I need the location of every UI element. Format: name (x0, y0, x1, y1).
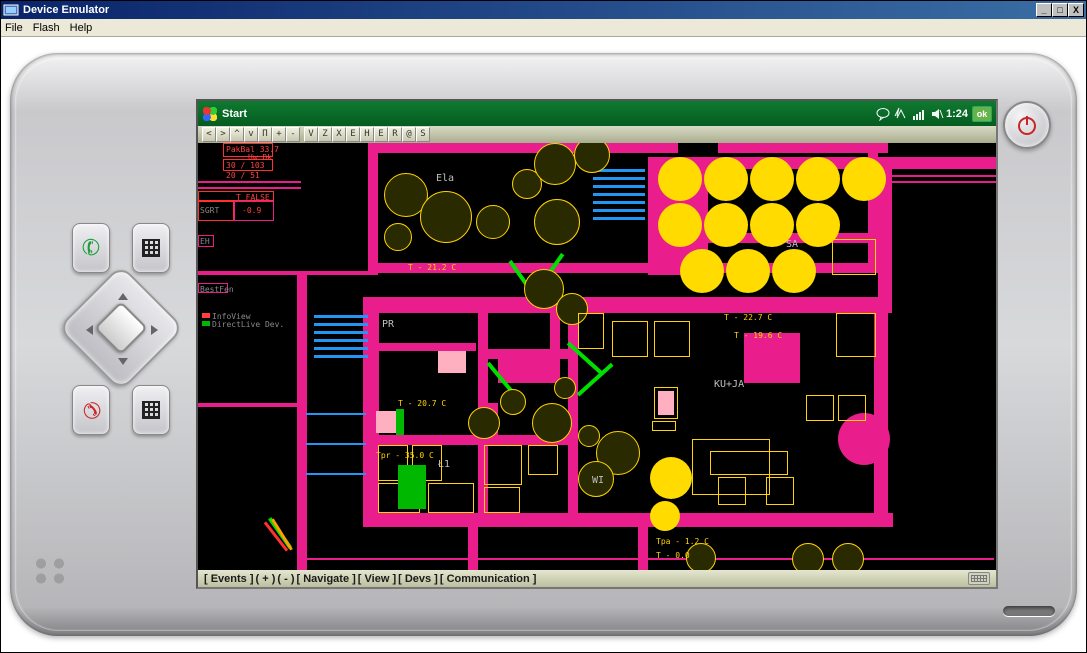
hw-app2-button[interactable] (132, 385, 170, 435)
app-icon (3, 2, 19, 18)
menu-help[interactable]: Help (70, 22, 93, 34)
temp-label: T - 0.0 (656, 551, 690, 560)
room-label: Ela (436, 173, 454, 184)
minimize-button[interactable]: _ (1036, 3, 1052, 17)
room-label: SA (786, 239, 798, 250)
info-label: EH (200, 237, 210, 246)
stylus-slot (1003, 606, 1055, 616)
hw-end-button[interactable]: ✆ (72, 385, 110, 435)
info-label: DirectLive Dev. (212, 320, 284, 329)
room-label: KU+JA (714, 379, 744, 390)
hw-call-button[interactable]: ✆ (72, 223, 110, 273)
hardware-buttons: ✆ ✆ (42, 223, 172, 503)
info-label: 20 / 51 (226, 171, 260, 180)
phone-icon: ✆ (78, 233, 104, 264)
menu-navigate[interactable]: [ Navigate ] (297, 573, 356, 585)
temp-label: T - 19.6 C (734, 331, 782, 340)
tool-h[interactable]: H (360, 127, 374, 142)
phone-end-icon: ✆ (75, 396, 107, 425)
windows-logo (32, 556, 68, 586)
app-bottombar: [ Events ] ( + ) ( - ) [ Navigate ] [ Vi… (198, 570, 996, 587)
temp-label: T - 21.2 C (408, 263, 456, 272)
app-window: Device Emulator _ □ X File Flash Help ✆ … (0, 0, 1087, 653)
tool-pi[interactable]: П (258, 127, 272, 142)
dpad-left-icon (86, 325, 93, 335)
keypad-icon (142, 401, 160, 419)
menu-devs[interactable]: [ Devs ] (398, 573, 438, 585)
connectivity-icon[interactable] (894, 107, 908, 121)
dpad-up-icon (118, 293, 128, 300)
tool-plus[interactable]: + (272, 127, 286, 142)
window-title: Device Emulator (23, 4, 1036, 16)
tool-x[interactable]: X (332, 127, 346, 142)
menu-events[interactable]: [ Events ] (204, 573, 254, 585)
tool-e2[interactable]: E (374, 127, 388, 142)
workspace: ✆ ✆ Start (1, 37, 1086, 652)
info-label: BestFen (200, 285, 234, 294)
tool-up[interactable]: ^ (230, 127, 244, 142)
tool-at[interactable]: @ (402, 127, 416, 142)
titlebar[interactable]: Device Emulator _ □ X (1, 1, 1086, 19)
menu-file[interactable]: File (5, 22, 23, 34)
menu-comm[interactable]: [ Communication ] (440, 573, 537, 585)
menu-flash[interactable]: Flash (33, 22, 60, 34)
window-buttons: _ □ X (1036, 3, 1084, 17)
room-label: WI (592, 475, 604, 486)
tool-z[interactable]: Z (318, 127, 332, 142)
ok-button[interactable]: ok (972, 106, 992, 122)
device-chassis: ✆ ✆ Start (10, 53, 1077, 636)
start-label[interactable]: Start (222, 108, 247, 120)
calendar-icon (142, 239, 160, 257)
wm-taskbar[interactable]: Start 1:24 ok (198, 101, 996, 126)
dpad-right-icon (151, 325, 158, 335)
temp-label: T - 22.7 C (724, 313, 772, 322)
tool-down[interactable]: v (244, 127, 258, 142)
room-label: PR (382, 319, 394, 330)
tool-v[interactable]: V (304, 127, 318, 142)
hw-app1-button[interactable] (132, 223, 170, 273)
hw-power-button[interactable] (1003, 101, 1051, 149)
info-label: SGRT (200, 206, 219, 215)
menubar: File Flash Help (1, 19, 1086, 37)
tool-right[interactable]: > (216, 127, 230, 142)
floorplan-canvas[interactable]: Ela PR Ł1 WI SA KU+JA T - 21.2 C T - 20.… (198, 143, 996, 570)
tool-left[interactable]: < (202, 127, 216, 142)
speaker-icon[interactable] (930, 107, 944, 121)
clock-label[interactable]: 1:24 (946, 108, 968, 120)
temp-label: Tpr - 35.0 C (376, 451, 434, 460)
tool-e[interactable]: E (346, 127, 360, 142)
menu-zoom-in[interactable]: ( + ) (256, 573, 276, 585)
temp-label: Tpa - 1.2 C (656, 537, 709, 546)
power-icon (1015, 113, 1039, 137)
close-button[interactable]: X (1068, 3, 1084, 17)
tool-minus[interactable]: - (286, 127, 300, 142)
temp-label: T - 20.7 C (398, 399, 446, 408)
maximize-button[interactable]: □ (1052, 3, 1068, 17)
menu-zoom-out[interactable]: ( - ) (277, 573, 294, 585)
room-label: Ł1 (438, 459, 450, 470)
info-label: 30 / 103 (226, 161, 265, 170)
device-screen: Start 1:24 ok < > ^ v П + - (196, 99, 998, 589)
sip-keyboard-button[interactable] (968, 572, 990, 585)
menu-view[interactable]: [ View ] (358, 573, 396, 585)
info-label: -0.9 (242, 206, 261, 215)
start-flag-icon (202, 106, 218, 122)
signal-icon[interactable] (912, 107, 926, 121)
dpad-down-icon (118, 358, 128, 365)
tool-r[interactable]: R (388, 127, 402, 142)
info-label: T FALSE (236, 193, 270, 202)
chat-icon[interactable] (876, 107, 890, 121)
app-toolbar: < > ^ v П + - V Z X E H E R @ S (198, 126, 996, 143)
tool-s[interactable]: S (416, 127, 430, 142)
